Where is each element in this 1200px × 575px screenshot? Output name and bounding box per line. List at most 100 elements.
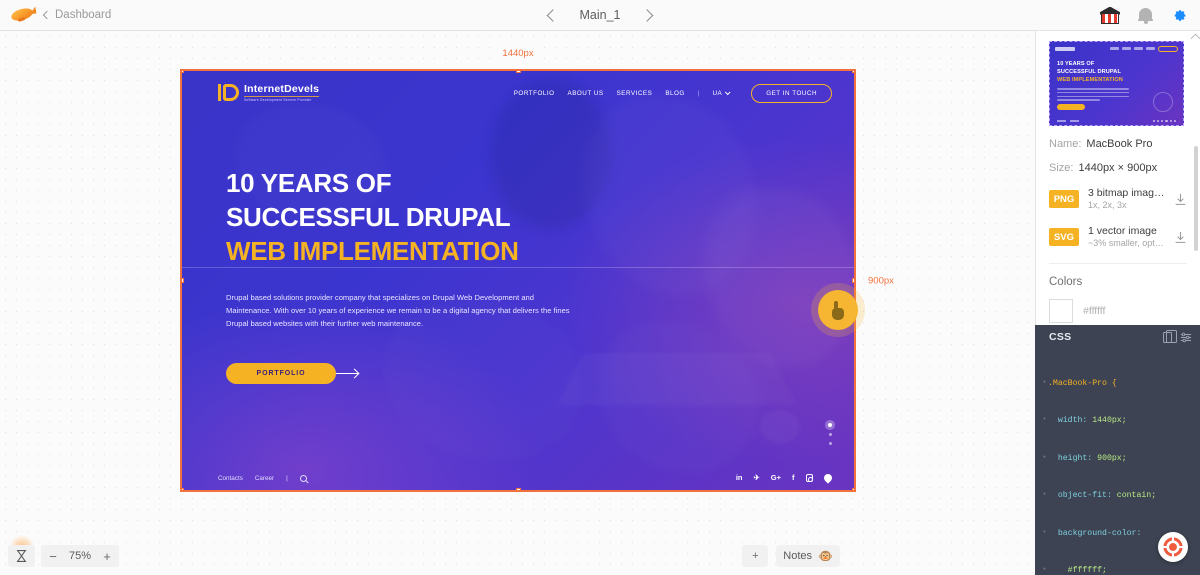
site-nav-item-about-us[interactable]: ABOUT US [568, 90, 604, 97]
circus-tent-icon[interactable] [1100, 6, 1120, 24]
layer-thumbnail[interactable]: 10 YEARS OF SUCCESSFUL DRUPAL WEB IMPLEM… [1049, 41, 1184, 126]
search-icon[interactable] [299, 474, 307, 482]
portfolio-button[interactable]: PORTFOLIO [226, 363, 336, 384]
help-button[interactable] [1158, 532, 1188, 562]
screen-name-label: Main_1 [579, 8, 621, 22]
slider-dot[interactable] [828, 433, 832, 436]
footer-links: Contacts Career | [218, 474, 307, 482]
css-val-background-color: #ffffff; [1067, 565, 1107, 575]
css-prop-background-color: background-color: [1057, 528, 1142, 538]
top-bar: Dashboard Main_1 [0, 0, 1200, 31]
resize-handle-bottom-right[interactable] [852, 488, 854, 490]
monkey-avatar: 🐵 [818, 549, 833, 563]
layer-size-row: Size: 1440px × 900px [1049, 162, 1187, 174]
png-asset-title: 3 bitmap images [1088, 187, 1165, 199]
bell-icon[interactable] [1138, 7, 1153, 24]
facebook-icon[interactable]: f [792, 474, 795, 482]
slider-dot[interactable] [828, 442, 832, 445]
previous-screen-button[interactable] [546, 8, 560, 22]
hero-section: InternetDevels Software Development Serv… [182, 71, 854, 490]
google-plus-icon[interactable]: G+ [771, 474, 781, 482]
color-swatch[interactable] [1049, 298, 1073, 323]
back-to-dashboard-link[interactable]: Dashboard [42, 9, 112, 21]
instagram-icon[interactable] [805, 474, 813, 482]
artboard-width-label: 1440px [498, 47, 538, 60]
zoom-controls: − 75% + [8, 545, 119, 567]
site-nav-item-blog[interactable]: BLOG [665, 90, 685, 97]
resize-handle-left-center[interactable] [182, 278, 184, 283]
pointing-hand-cursor [811, 283, 865, 337]
footer-separator: | [286, 474, 288, 482]
color-hex-label: #ffffff [1083, 304, 1106, 317]
headline-line-2: SUCCESSFUL DRUPAL [226, 201, 511, 232]
back-link-label: Dashboard [55, 9, 112, 21]
resize-handle-top-right[interactable] [852, 71, 854, 73]
next-screen-button[interactable] [640, 8, 654, 22]
png-badge: PNG [1049, 190, 1079, 209]
zoom-out-button[interactable]: − [41, 545, 65, 567]
color-item[interactable]: #ffffff [1049, 298, 1187, 323]
hero-paragraph: Drupal based solutions provider company … [226, 293, 570, 329]
fit-to-screen-button[interactable] [8, 545, 35, 567]
asset-row-svg: SVG 1 vector image ~3% smaller, optim… [1049, 225, 1187, 250]
download-icon[interactable] [1174, 231, 1187, 244]
svg-asset-subtitle: ~3% smaller, optim… [1088, 238, 1165, 249]
add-note-button[interactable]: + [742, 545, 769, 567]
name-value: MacBook Pro [1086, 138, 1153, 150]
artboard-height-label: 900px [864, 274, 898, 287]
colors-heading: Colors [1049, 275, 1083, 288]
hero-headline: 10 YEARS OF SUCCESSFUL DRUPAL WEB IMPLEM… [226, 167, 626, 268]
linkedin-icon[interactable]: in [736, 474, 743, 482]
css-panel-header: CSS [1035, 325, 1200, 349]
css-prop-object-fit: object-fit: [1057, 491, 1112, 501]
language-selector[interactable]: UA [712, 89, 731, 97]
svg-badge: SVG [1049, 228, 1079, 247]
resize-handle-bottom-center[interactable] [515, 488, 521, 490]
headline-line-3: WEB IMPLEMENTATION [226, 235, 519, 266]
twitter-icon[interactable]: ✈ [753, 474, 759, 482]
svg-asset-title: 1 vector image [1088, 224, 1157, 237]
sidebar-scrollbar-thumb[interactable] [1194, 146, 1198, 251]
name-key: Name: [1049, 138, 1082, 150]
thumbnail-headline-1: 10 YEARS OF [1057, 61, 1095, 67]
zoom-in-button[interactable]: + [95, 545, 119, 567]
css-val-width: 1440px; [1092, 416, 1127, 426]
lifebuoy-icon [1162, 536, 1184, 558]
css-panel-title: CSS [1049, 331, 1072, 343]
design-canvas[interactable]: 1440px 900px InternetDevels Software Dev… [0, 31, 1035, 575]
drupal-icon[interactable] [822, 472, 834, 484]
notes-toggle-button[interactable]: Notes 🐵 [776, 545, 840, 567]
resize-handle-bottom-left[interactable] [182, 488, 184, 490]
css-val-object-fit: contain; [1116, 491, 1157, 501]
asset-row-png: PNG 3 bitmap images 1x, 2x, 3x [1049, 187, 1187, 212]
get-in-touch-button[interactable]: GET IN TOUCH [751, 83, 832, 103]
fit-to-screen-icon [16, 550, 27, 562]
headline-line-1: 10 YEARS OF [226, 168, 392, 198]
site-navigation: InternetDevels Software Development Serv… [182, 79, 854, 107]
size-key: Size: [1049, 162, 1074, 174]
slider-dot-active[interactable] [828, 423, 832, 427]
zoom-stepper: − 75% + [41, 545, 119, 567]
notes-controls: + Notes 🐵 [742, 545, 840, 567]
top-bar-left: Dashboard [0, 6, 111, 24]
footer-link-contacts[interactable]: Contacts [218, 475, 243, 482]
logo-tagline: Software Development Service Provider [244, 96, 320, 102]
zeppelin-logo[interactable] [9, 6, 36, 24]
sliders-icon[interactable] [1180, 332, 1192, 343]
download-icon[interactable] [1174, 193, 1187, 206]
footer-link-career[interactable]: Career [255, 475, 274, 482]
social-links: in ✈ G+ f [736, 472, 834, 484]
resize-handle-right-center[interactable] [852, 278, 854, 283]
copy-icon[interactable] [1163, 330, 1177, 343]
resize-handle-top-left[interactable] [182, 71, 184, 73]
site-footer: Contacts Career | in ✈ G+ f [182, 472, 854, 484]
resize-handle-top-center[interactable] [515, 71, 521, 73]
site-nav-item-services[interactable]: SERVICES [617, 90, 653, 97]
chevron-left-icon [42, 10, 52, 20]
gear-icon[interactable] [1171, 7, 1188, 24]
site-nav-item-portfolio[interactable]: PORTFOLIO [514, 90, 555, 97]
site-nav-links: PORTFOLIO ABOUT US SERVICES BLOG | UA GE… [514, 83, 832, 103]
selected-artboard[interactable]: InternetDevels Software Development Serv… [180, 69, 856, 492]
site-logo[interactable]: InternetDevels Software Development Serv… [218, 84, 320, 102]
slider-dots [828, 423, 832, 445]
